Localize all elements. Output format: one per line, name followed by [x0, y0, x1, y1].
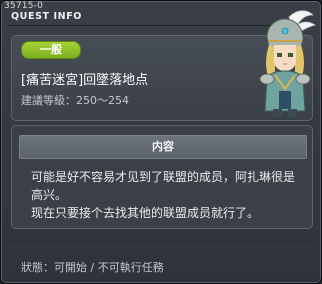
quest-id-label: 35715-0 — [4, 1, 44, 11]
quest-description: 可能是好不容易才见到了联盟的成员，阿扎琳很是 高兴。 现在只要接个去找其他的联盟… — [31, 168, 301, 222]
recommended-level: 建議等級：250～254 — [21, 94, 129, 107]
description-line: 现在只要接个去找其他的联盟成员就行了。 — [31, 206, 260, 220]
footer-divider — [7, 241, 315, 242]
quest-status: 狀態：可開始 / 不可執行任務 — [21, 261, 164, 274]
quest-info-window: 35715-0 QUEST INFO 一般 [痛苦迷宮]回墜落地点 建議等級：2… — [0, 0, 322, 284]
quest-name: [痛苦迷宮]回墜落地点 — [21, 73, 149, 88]
npc-portrait-icon — [259, 10, 316, 117]
window-title: QUEST INFO — [11, 11, 82, 22]
content-section-header: 内容 — [19, 135, 307, 159]
quest-category-badge: 一般 — [21, 41, 81, 59]
description-line: 高兴。 — [31, 188, 68, 202]
description-line: 可能是好不容易才见到了联盟的成员，阿扎琳很是 — [31, 170, 296, 184]
